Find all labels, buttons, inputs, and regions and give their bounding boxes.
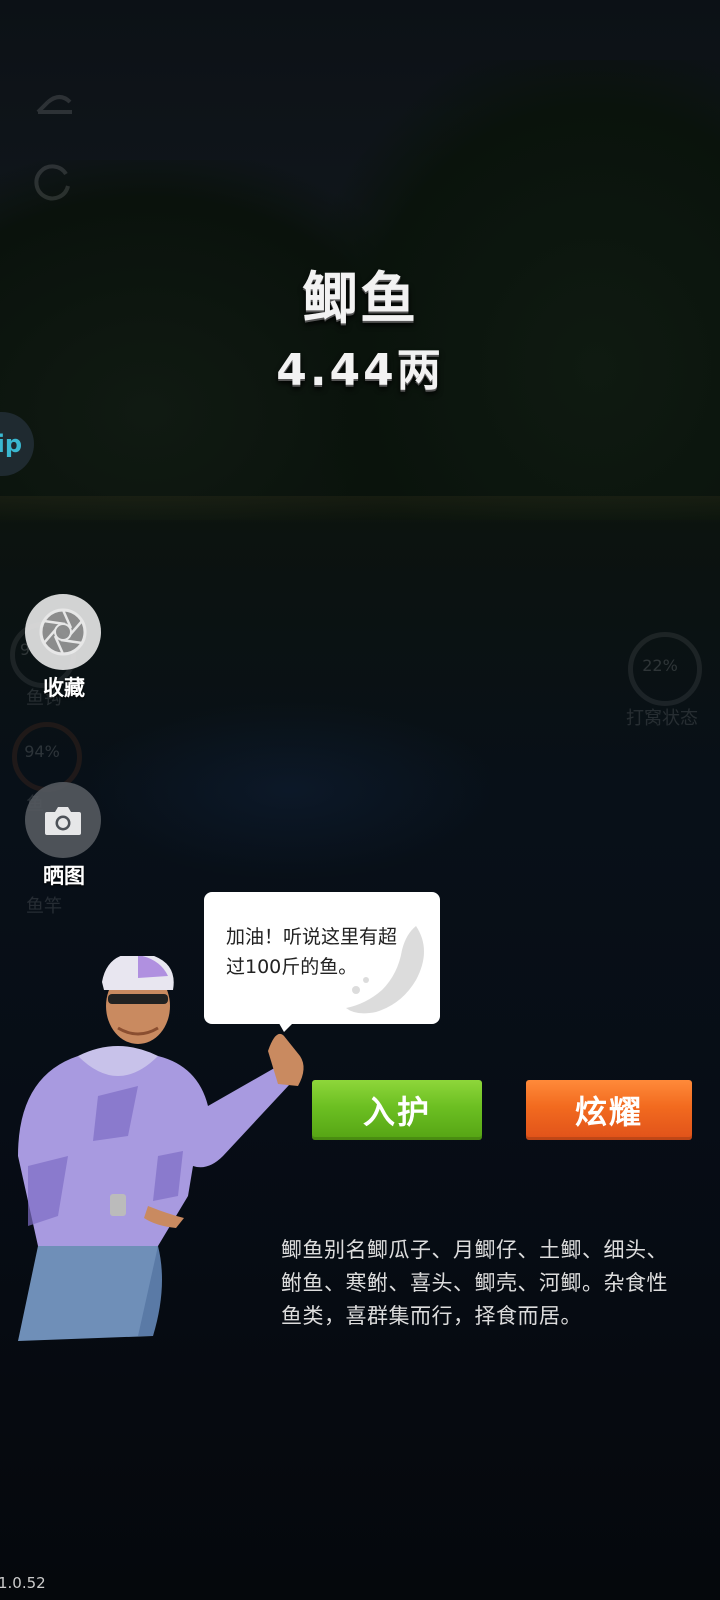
version-number: 1.0.52 [0, 1574, 46, 1592]
chum-status-label: 打窝状态 [626, 708, 698, 729]
camera-icon [25, 782, 101, 858]
coach-speech-bubble: 加油！听说这里有超 过100斤的鱼。 [204, 892, 440, 1024]
description-line-3: 鱼类，喜群集而行，择食而居。 [281, 1304, 582, 1328]
fish-weight: 4.44两 [276, 345, 444, 396]
fish-splash-decoration [346, 926, 424, 1014]
refresh-icon[interactable] [30, 160, 74, 204]
show-off-button-label: 炫耀 [574, 1093, 643, 1131]
release-to-keepnet-button[interactable]: 入护 [312, 1080, 482, 1140]
description-line-2: 鲋鱼、寒鲋、喜头、鲫壳、河鲫。杂食性 [281, 1271, 668, 1295]
favorite-button[interactable]: 收藏 [25, 594, 103, 702]
back-icon[interactable] [30, 86, 80, 122]
release-button-label: 入护 [362, 1093, 431, 1131]
water-reflection [80, 700, 500, 880]
speech-bubble-tail [276, 1018, 298, 1032]
fish-description: 鲫鱼别名鲫瓜子、月鲫仔、土鲫、细头、 鲋鱼、寒鲋、喜头、鲫壳、河鲫。杂食性 鱼类… [281, 1234, 720, 1333]
fish-name: 鲫鱼 [302, 267, 418, 332]
aperture-icon [25, 594, 101, 670]
description-line-1: 鲫鱼别名鲫瓜子、月鲫仔、土鲫、细头、 [281, 1238, 668, 1262]
shoreline [0, 496, 720, 524]
chum-status-percent: 22% [642, 656, 678, 675]
favorite-label: 收藏 [43, 676, 85, 700]
show-off-button[interactable]: 炫耀 [526, 1080, 692, 1140]
app-badge-text: ip [0, 430, 22, 458]
share-image-label: 晒图 [43, 864, 85, 888]
rod-status-label: 鱼竿 [26, 896, 62, 917]
share-image-button[interactable]: 晒图 [25, 782, 103, 890]
bait-status-percent: 94% [24, 742, 60, 761]
